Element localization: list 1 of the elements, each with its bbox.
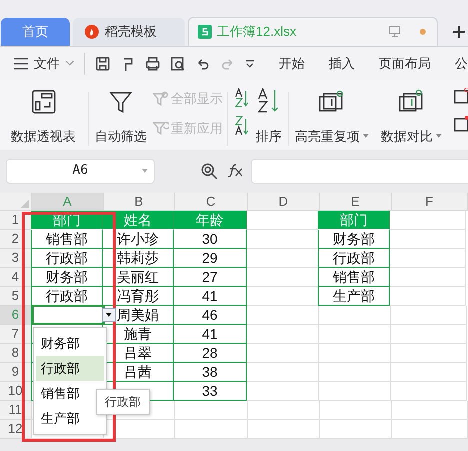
tooltip: 行政部 — [96, 389, 150, 415]
